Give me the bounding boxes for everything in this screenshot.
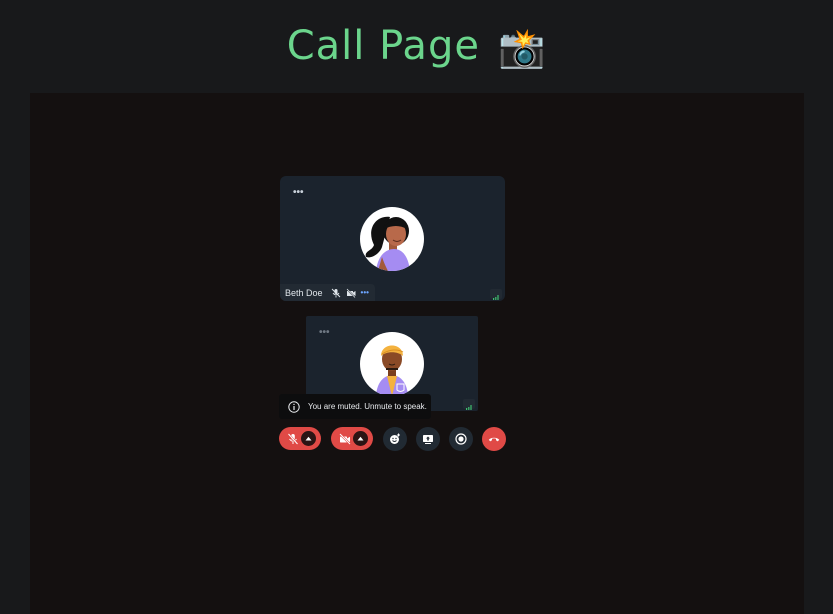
tile-more-options-icon[interactable]: ••• — [293, 188, 304, 198]
page-title: Call Page 📸 — [0, 18, 833, 76]
mic-off-icon — [287, 433, 299, 445]
network-signal-icon — [463, 399, 475, 410]
microphone-toggle-button[interactable] — [279, 427, 321, 450]
camera-flash-emoji: 📸 — [497, 26, 547, 70]
camera-toggle-button[interactable] — [331, 427, 373, 450]
participant-nameplate: Beth Doe ••• — [280, 284, 375, 301]
muted-toast: You are muted. Unmute to speak. — [279, 394, 431, 419]
participant-name: Beth Doe — [285, 287, 323, 298]
microphone-options-button[interactable] — [301, 431, 316, 446]
chevron-up-icon — [305, 436, 312, 441]
camera-options-button[interactable] — [353, 431, 368, 446]
camera-off-icon — [339, 433, 351, 445]
record-icon — [455, 433, 467, 445]
call-controls — [0, 427, 833, 451]
page-title-text: Call Page — [286, 23, 480, 69]
info-icon — [288, 400, 300, 413]
reactions-button[interactable] — [383, 427, 407, 451]
screen-share-button[interactable] — [416, 427, 440, 451]
screen-share-icon — [423, 435, 433, 444]
chevron-up-icon — [357, 436, 364, 441]
nameplate-more-icon[interactable]: ••• — [361, 288, 369, 297]
avatar — [360, 207, 424, 271]
avatar — [360, 332, 424, 396]
camera-off-icon — [345, 287, 356, 298]
tile-more-options-icon[interactable]: ••• — [319, 328, 330, 338]
hang-up-icon — [488, 437, 500, 442]
mic-muted-icon — [331, 288, 340, 297]
participant-tile-remote[interactable]: ••• Beth Doe ••• — [280, 176, 505, 301]
record-button[interactable] — [449, 427, 473, 451]
emoji-add-icon — [390, 433, 400, 444]
toast-message: You are muted. Unmute to speak. — [308, 402, 427, 411]
end-call-button[interactable] — [482, 427, 506, 451]
network-signal-icon — [490, 289, 502, 300]
